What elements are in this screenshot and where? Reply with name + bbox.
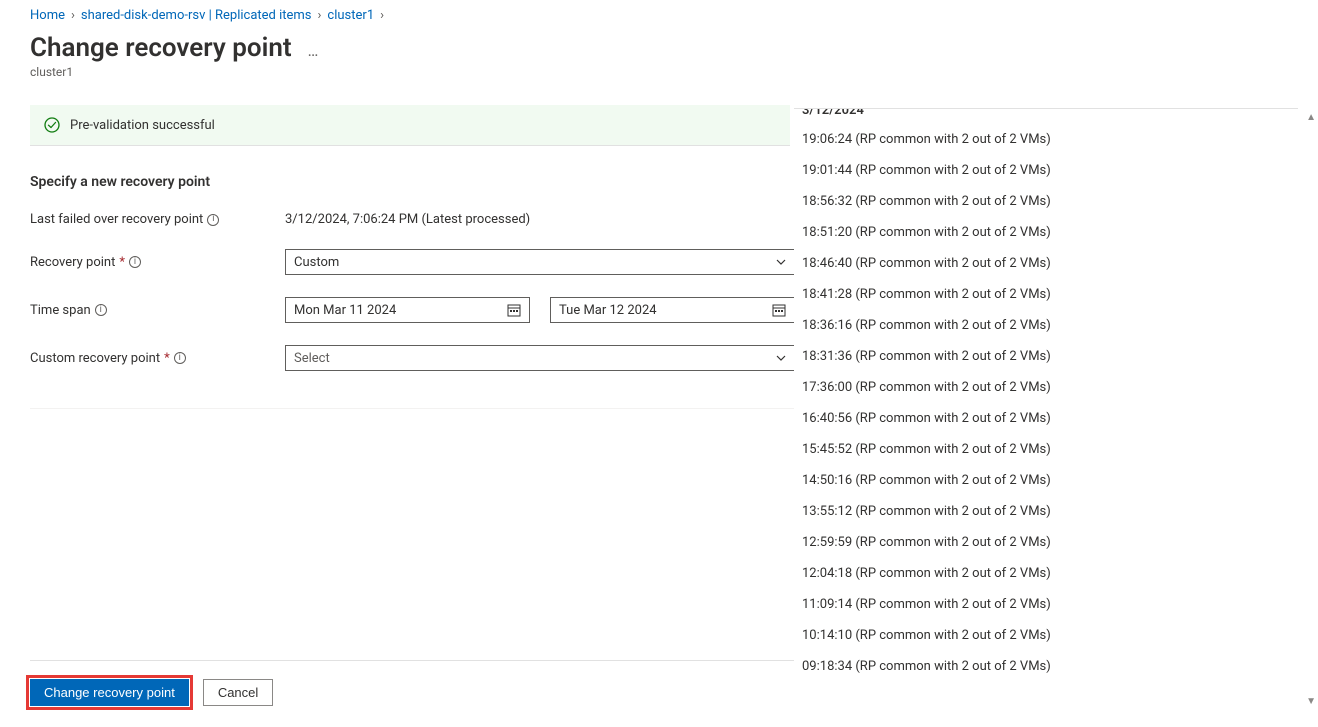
info-icon[interactable]: i <box>129 256 141 268</box>
recovery-point-option[interactable]: 19:01:44 (RP common with 2 out of 2 VMs) <box>802 155 1290 186</box>
calendar-icon <box>772 303 786 317</box>
recovery-point-option[interactable]: 17:36:00 (RP common with 2 out of 2 VMs) <box>802 372 1290 403</box>
notice-text: Pre-validation successful <box>70 118 215 133</box>
breadcrumb-rsv[interactable]: shared-disk-demo-rsv | Replicated items <box>81 8 312 23</box>
more-actions-icon[interactable]: … <box>308 41 321 60</box>
cancel-button[interactable]: Cancel <box>203 679 273 706</box>
info-icon[interactable]: i <box>207 214 219 226</box>
recovery-point-option[interactable]: 11:09:14 (RP common with 2 out of 2 VMs) <box>802 589 1290 620</box>
recovery-point-value: Custom <box>294 255 339 270</box>
info-icon[interactable]: i <box>95 304 107 316</box>
chevron-right-icon: › <box>380 8 384 23</box>
chevron-right-icon: › <box>318 8 322 23</box>
label-custom-rp: Custom recovery point * i <box>30 351 285 366</box>
recovery-point-option[interactable]: 18:31:36 (RP common with 2 out of 2 VMs) <box>802 341 1290 372</box>
page-subtitle: cluster1 <box>30 65 1318 79</box>
recovery-point-option[interactable]: 14:50:16 (RP common with 2 out of 2 VMs) <box>802 465 1290 496</box>
recovery-point-option[interactable]: 10:14:10 (RP common with 2 out of 2 VMs) <box>802 620 1290 651</box>
recovery-point-option[interactable]: 09:18:34 (RP common with 2 out of 2 VMs) <box>802 651 1290 682</box>
value-last-failed: 3/12/2024, 7:06:24 PM (Latest processed) <box>285 212 795 227</box>
chevron-right-icon: › <box>71 8 75 23</box>
label-time-span: Time span i <box>30 303 285 318</box>
recovery-point-option[interactable]: 18:41:28 (RP common with 2 out of 2 VMs) <box>802 279 1290 310</box>
recovery-point-option[interactable]: 18:51:20 (RP common with 2 out of 2 VMs) <box>802 217 1290 248</box>
recovery-point-option[interactable]: 18:36:16 (RP common with 2 out of 2 VMs) <box>802 310 1290 341</box>
recovery-point-option[interactable]: 18:46:40 (RP common with 2 out of 2 VMs) <box>802 248 1290 279</box>
dropdown-date-header: 3/12/2024 <box>802 109 1290 124</box>
change-recovery-point-button[interactable]: Change recovery point <box>30 679 189 706</box>
chevron-down-icon <box>776 257 786 267</box>
date-to-value: Tue Mar 12 2024 <box>559 303 657 318</box>
required-asterisk: * <box>164 351 170 366</box>
recovery-point-option[interactable]: 19:06:24 (RP common with 2 out of 2 VMs) <box>802 124 1290 155</box>
recovery-point-select[interactable]: Custom <box>285 249 795 275</box>
recovery-point-option[interactable]: 12:04:18 (RP common with 2 out of 2 VMs) <box>802 558 1290 589</box>
breadcrumb-home[interactable]: Home <box>30 8 65 23</box>
recovery-point-option[interactable]: 18:56:32 (RP common with 2 out of 2 VMs) <box>802 186 1290 217</box>
breadcrumb-cluster[interactable]: cluster1 <box>327 8 374 23</box>
required-asterisk: * <box>119 255 125 270</box>
info-icon[interactable]: i <box>174 352 186 364</box>
recovery-point-option[interactable]: 15:45:52 (RP common with 2 out of 2 VMs) <box>802 434 1290 465</box>
recovery-point-dropdown-panel: 3/12/2024 19:06:24 (RP common with 2 out… <box>794 108 1298 708</box>
breadcrumb: Home › shared-disk-demo-rsv | Replicated… <box>30 8 1318 23</box>
divider <box>30 408 794 409</box>
success-check-icon <box>44 117 60 133</box>
label-last-failed: Last failed over recovery point i <box>30 212 285 227</box>
footer-actions: Change recovery point Cancel <box>30 660 794 706</box>
validation-notice: Pre-validation successful <box>30 105 790 146</box>
date-from-value: Mon Mar 11 2024 <box>294 303 396 318</box>
scroll-down-arrow-icon[interactable]: ▼ <box>1306 696 1316 707</box>
custom-rp-value: Select <box>294 351 330 366</box>
page-title: Change recovery point <box>30 33 292 63</box>
date-to-input[interactable]: Tue Mar 12 2024 <box>550 297 795 323</box>
scroll-up-arrow-icon[interactable]: ▲ <box>1306 112 1316 123</box>
chevron-down-icon <box>776 353 786 363</box>
custom-recovery-point-select[interactable]: Select <box>285 345 795 371</box>
label-recovery-point: Recovery point * i <box>30 255 285 270</box>
recovery-point-option[interactable]: 12:59:59 (RP common with 2 out of 2 VMs) <box>802 527 1290 558</box>
calendar-icon <box>507 303 521 317</box>
recovery-point-dropdown-list[interactable]: 3/12/2024 19:06:24 (RP common with 2 out… <box>794 109 1298 708</box>
recovery-point-option[interactable]: 13:55:12 (RP common with 2 out of 2 VMs) <box>802 496 1290 527</box>
recovery-point-option[interactable]: 16:40:56 (RP common with 2 out of 2 VMs) <box>802 403 1290 434</box>
date-from-input[interactable]: Mon Mar 11 2024 <box>285 297 530 323</box>
